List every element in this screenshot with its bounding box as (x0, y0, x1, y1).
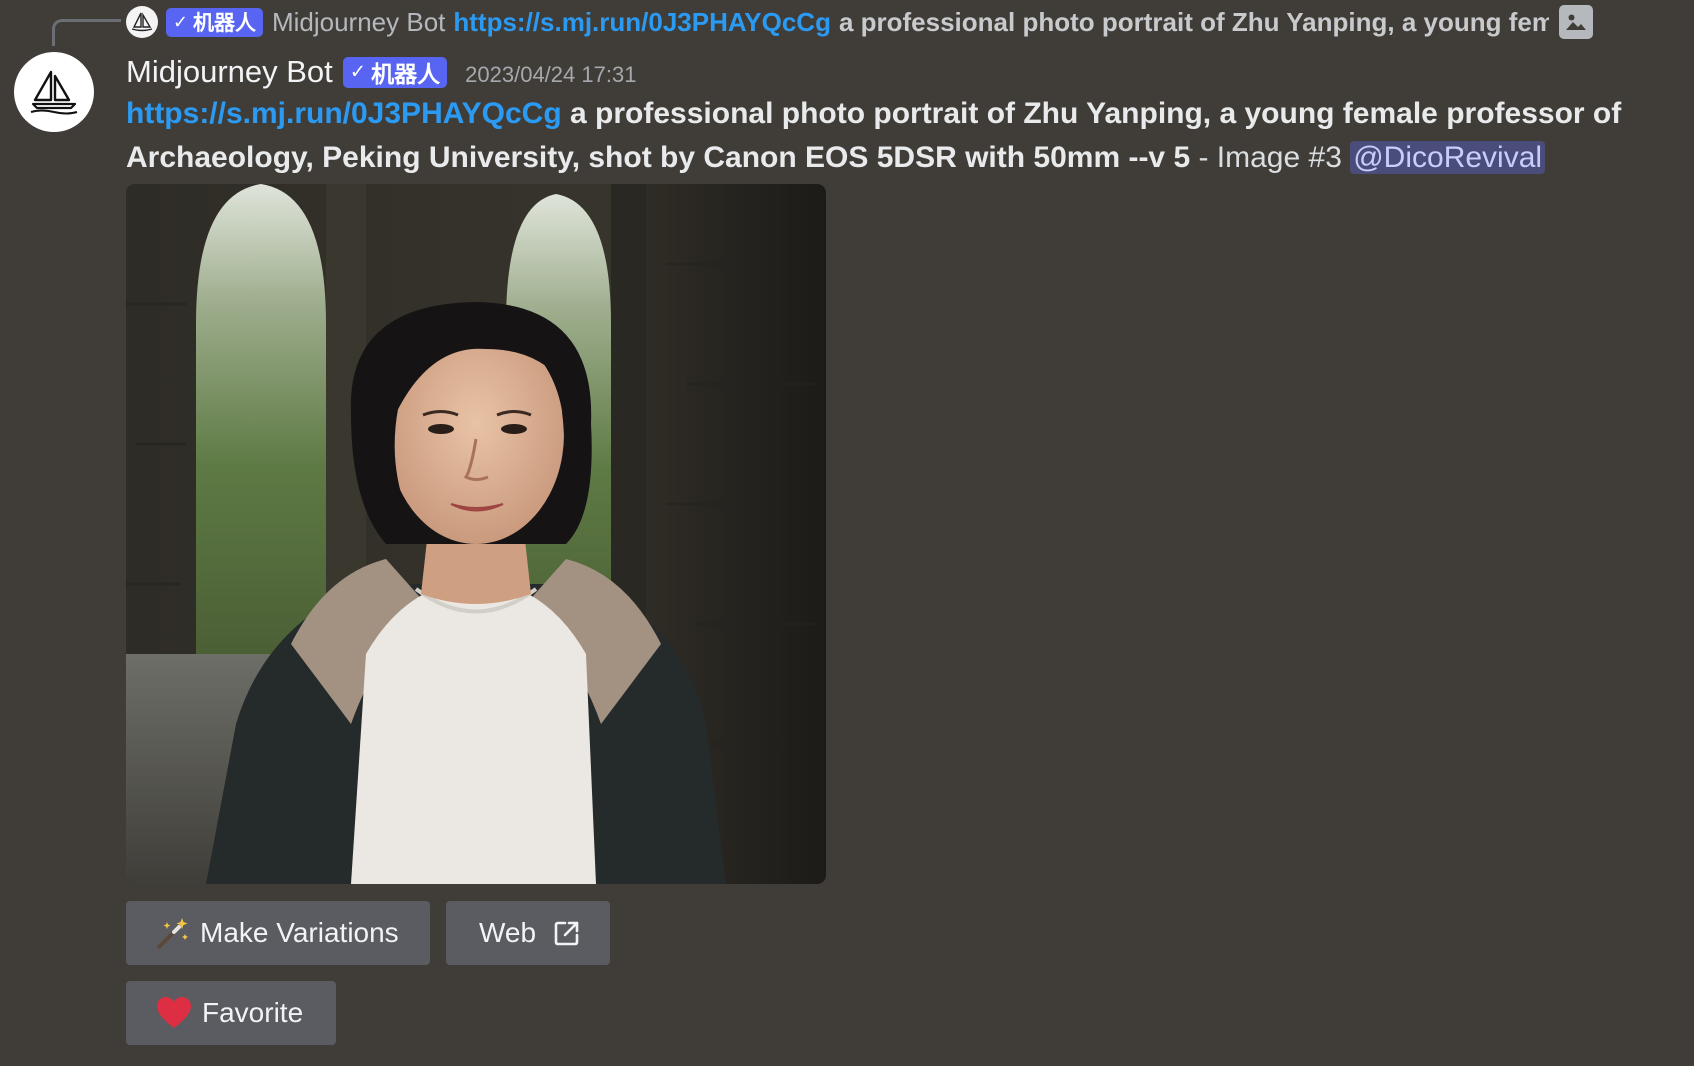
favorite-button[interactable]: Favorite (126, 981, 336, 1045)
reply-preview-text[interactable]: a professional photo portrait of Zhu Yan… (839, 7, 1549, 38)
image-number-text: - Image #3 (1190, 141, 1351, 174)
message-content: https://s.mj.run/0J3PHAYQcCg a professio… (126, 92, 1666, 180)
make-variations-label: Make Variations (200, 917, 399, 948)
timestamp[interactable]: 2023/04/24 17:31 (465, 62, 636, 88)
web-label: Web (479, 917, 537, 948)
heart-icon (156, 996, 192, 1030)
favorite-label: Favorite (202, 997, 304, 1028)
author-name[interactable]: Midjourney Bot (126, 54, 333, 90)
verified-check-icon: ✓ (173, 11, 188, 32)
magic-wand-icon (156, 916, 190, 950)
reply-author[interactable]: Midjourney Bot (272, 7, 445, 38)
user-mention[interactable]: @DicoRevival (1350, 141, 1546, 174)
reply-link[interactable]: https://s.mj.run/0J3PHAYQcCg (453, 7, 831, 38)
message-view: ✓ 机器人 Midjourney Bot https://s.mj.run/0J… (0, 0, 1694, 1066)
message-header: Midjourney Bot ✓ 机器人 2023/04/24 17:31 (126, 50, 636, 94)
bot-tag-label: 机器人 (371, 61, 441, 87)
reply-avatar-sailboat-icon[interactable] (126, 6, 158, 38)
verified-check-icon: ✓ (349, 61, 367, 83)
image-icon[interactable] (1558, 5, 1593, 39)
bot-tag: ✓ 机器人 (342, 56, 448, 88)
make-variations-button[interactable]: Make Variations (126, 901, 430, 965)
external-link-icon (554, 920, 580, 946)
reply-spine (52, 19, 121, 46)
reply-reference[interactable]: ✓ 机器人 Midjourney Bot https://s.mj.run/0J… (126, 2, 1626, 42)
web-button[interactable]: Web (446, 901, 610, 965)
prompt-link[interactable]: https://s.mj.run/0J3PHAYQcCg (126, 97, 562, 130)
reply-bot-tag: ✓ 机器人 (166, 7, 263, 37)
author-avatar-sailboat-icon[interactable] (14, 52, 94, 132)
generated-image[interactable] (126, 184, 826, 884)
reply-bot-tag-label: 机器人 (192, 12, 256, 35)
